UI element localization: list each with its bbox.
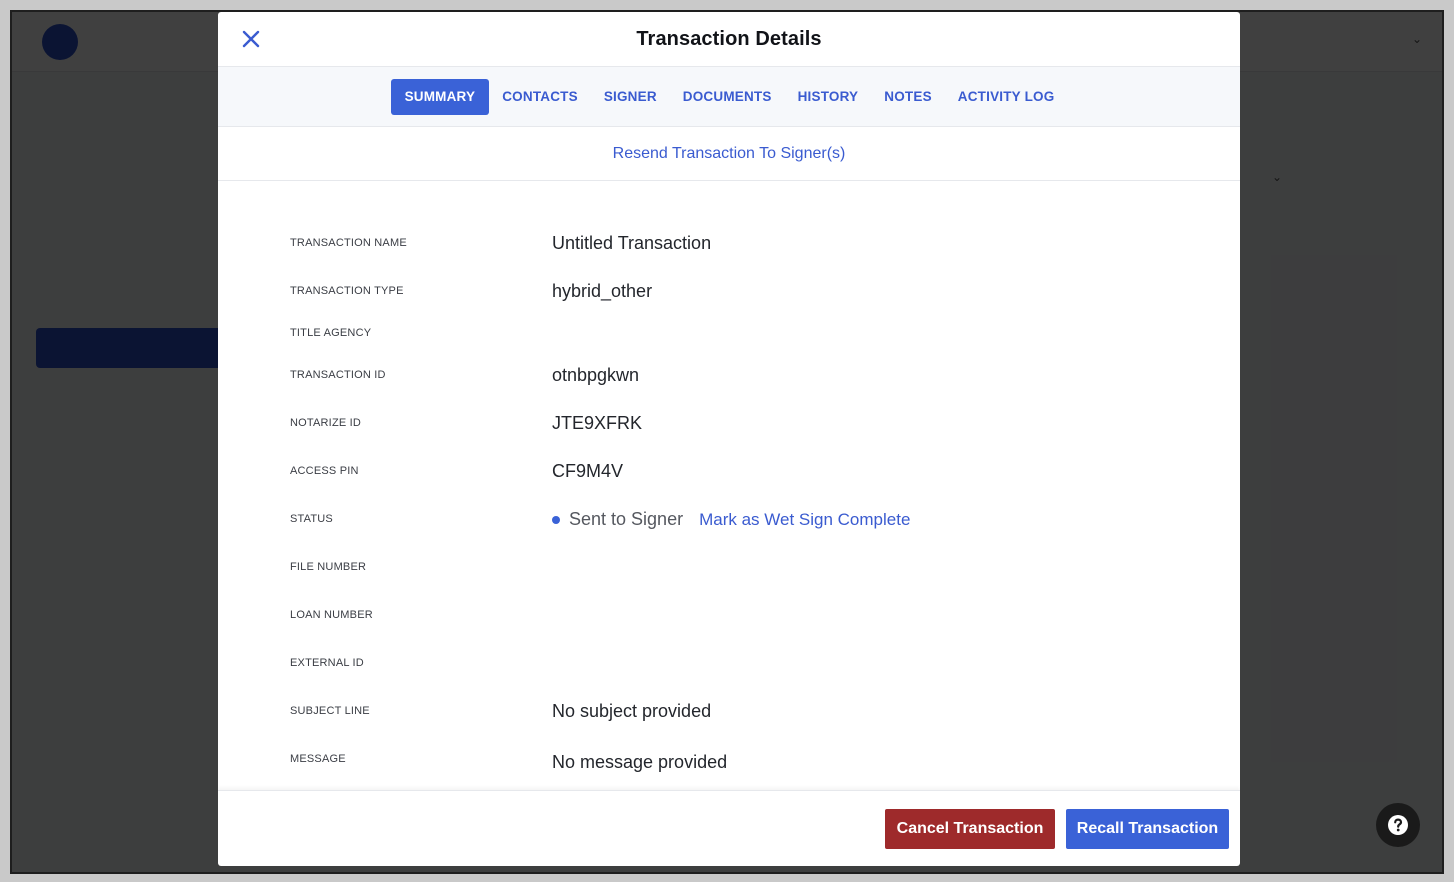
detail-label: FILE NUMBER	[290, 561, 367, 573]
detail-label: NOTARIZE ID	[290, 417, 362, 429]
transaction-name-value: Untitled Transaction	[552, 233, 712, 253]
detail-row-transaction-type: TRANSACTION TYPE hybrid_other	[218, 269, 1240, 317]
tab-contacts[interactable]: CONTACTS	[489, 79, 591, 115]
detail-row-message: MESSAGE No message provided	[218, 737, 1240, 785]
tab-notes[interactable]: NOTES	[871, 79, 945, 115]
help-icon	[1388, 815, 1408, 835]
detail-row-subject-line: SUBJECT LINE No subject provided	[218, 689, 1240, 737]
recall-transaction-button[interactable]: Recall Transaction	[1066, 808, 1229, 849]
transaction-details-modal: Transaction Details SUMMARY CONTACTS SIG…	[218, 12, 1240, 866]
access-pin-value: CF9M4V	[552, 461, 624, 481]
detail-label: EXTERNAL ID	[290, 657, 364, 669]
detail-row-external-id: EXTERNAL ID	[218, 641, 1240, 689]
detail-label: TRANSACTION TYPE	[290, 285, 404, 297]
resend-transaction-link[interactable]: Resend Transaction To Signer(s)	[613, 145, 846, 163]
detail-row-title-agency: TITLE AGENCY	[218, 311, 1240, 359]
detail-label: TITLE AGENCY	[290, 327, 372, 339]
detail-row-transaction-name: TRANSACTION NAME Untitled Transaction	[218, 221, 1240, 269]
tab-signer[interactable]: SIGNER	[591, 79, 670, 115]
detail-label: STATUS	[290, 513, 333, 525]
modal-header: Transaction Details	[218, 12, 1240, 67]
message-value: No message provided	[552, 752, 728, 772]
status-text: Sent to Signer	[569, 509, 684, 529]
status-value: Sent to Signer Mark as Wet Sign Complete	[552, 509, 910, 530]
app-frame: ⌄ ⌄ Transaction Details SUMMARY CONTACTS…	[10, 10, 1444, 874]
detail-row-access-pin: ACCESS PIN CF9M4V	[218, 449, 1240, 497]
detail-row-loan-number: LOAN NUMBER	[218, 593, 1240, 641]
subject-line-value: No subject provided	[552, 701, 712, 721]
tab-activity-log[interactable]: ACTIVITY LOG	[945, 79, 1068, 115]
tab-summary[interactable]: SUMMARY	[390, 78, 490, 115]
tab-documents[interactable]: DOCUMENTS	[670, 79, 785, 115]
tabs-bar: SUMMARY CONTACTS SIGNER DOCUMENTS HISTOR…	[218, 67, 1240, 127]
modal-title: Transaction Details	[636, 27, 822, 50]
detail-label: MESSAGE	[290, 753, 346, 765]
detail-label: ACCESS PIN	[290, 465, 359, 477]
resend-row: Resend Transaction To Signer(s)	[218, 127, 1240, 181]
close-button[interactable]	[238, 26, 264, 52]
detail-label: LOAN NUMBER	[290, 609, 373, 621]
detail-row-transaction-id: TRANSACTION ID otnbpgkwn	[218, 353, 1240, 401]
detail-label: TRANSACTION NAME	[290, 237, 407, 249]
help-button[interactable]	[1376, 803, 1420, 847]
close-icon	[242, 30, 260, 48]
detail-row-notarize-id: NOTARIZE ID JTE9XFRK	[218, 401, 1240, 449]
tab-history[interactable]: HISTORY	[785, 79, 872, 115]
detail-row-status: STATUS Sent to Signer Mark as Wet Sign C…	[218, 497, 1240, 545]
tab-list: SUMMARY CONTACTS SIGNER DOCUMENTS HISTOR…	[390, 78, 1068, 115]
modal-footer: Cancel Transaction Recall Transaction	[218, 790, 1240, 866]
detail-row-file-number: FILE NUMBER	[218, 545, 1240, 593]
notarize-id-value: JTE9XFRK	[552, 413, 643, 433]
mark-wet-sign-complete-link[interactable]: Mark as Wet Sign Complete	[699, 510, 910, 530]
status-dot-icon	[552, 515, 560, 524]
cancel-transaction-button[interactable]: Cancel Transaction	[885, 808, 1055, 849]
detail-label: TRANSACTION ID	[290, 369, 386, 381]
detail-label: SUBJECT LINE	[290, 705, 370, 717]
transaction-id-value: otnbpgkwn	[552, 365, 640, 385]
transaction-type-value: hybrid_other	[552, 281, 653, 301]
